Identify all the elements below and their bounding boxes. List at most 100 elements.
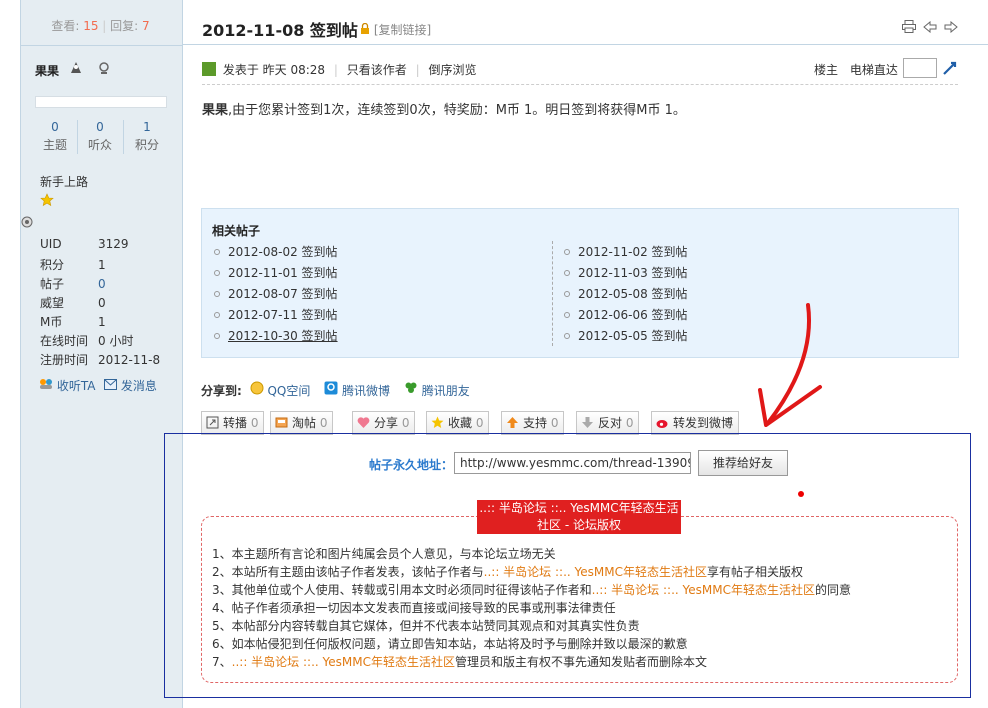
related-item[interactable]: 2012-11-03 签到帖 <box>564 263 864 284</box>
related-title: 相关帖子 <box>212 224 261 238</box>
jump-floor-input[interactable] <box>903 58 937 78</box>
forum-name-link[interactable]: ..:: 半岛论坛 ::.. YesMMC年轻态生活社区 <box>232 655 455 669</box>
rule-item: 5、本帖部分内容转载自其它媒体，但并不代表本站赞同其观点和对其真实性负责 <box>212 619 640 633</box>
rule-item: 4、帖子作者须承担一切因本文发表而直接或间接导致的民事或刑事法律责任 <box>212 601 616 615</box>
share-tencent-friends[interactable]: 腾讯朋友 <box>404 382 470 398</box>
replies-label: 回复: <box>110 19 139 33</box>
profile-value: 0 <box>98 296 106 310</box>
webcam-icon[interactable] <box>97 61 111 78</box>
annotation-dot <box>798 491 804 497</box>
count-label: 听众 <box>87 138 112 152</box>
forum-name-link[interactable]: ..:: 半岛论坛 ::.. YesMMC年轻态生活社区 <box>484 565 707 579</box>
related-threads: 相关帖子 2012-08-02 签到帖 2012-11-01 签到帖 2012-… <box>201 208 959 358</box>
related-item[interactable]: 2012-11-02 签到帖 <box>564 242 864 263</box>
print-icon[interactable] <box>902 20 916 37</box>
copyright-header-line2: 社区 - 论坛版权 <box>537 518 621 532</box>
profile-key: 积分 <box>40 258 65 272</box>
oppose-button[interactable]: 反对 0 <box>576 411 640 435</box>
next-thread-icon[interactable] <box>944 20 959 37</box>
count-divider <box>123 120 124 154</box>
envelope-icon <box>104 379 117 393</box>
rule-item: 1、本主题所有言论和图片纯属会员个人意见，与本论坛立场无关 <box>212 547 556 561</box>
only-author-link[interactable]: 只看该作者 <box>347 63 407 77</box>
author-name[interactable]: 果果 <box>35 64 59 78</box>
related-left-column: 2012-08-02 签到帖 2012-11-01 签到帖 2012-08-07… <box>214 242 514 347</box>
recommend-friend-button[interactable]: 推荐给好友 <box>698 450 788 476</box>
star-icon <box>431 414 444 428</box>
thread-title: 2012-11-08 签到帖 <box>202 21 358 40</box>
favorite-button[interactable]: 收藏 0 <box>426 411 490 435</box>
tray-icon <box>275 414 288 428</box>
annotation-arrow-icon <box>758 303 822 427</box>
collect-thread-button[interactable]: 淘帖 0 <box>270 411 334 435</box>
sidebar-divider <box>20 45 182 46</box>
views-label: 查看: <box>51 19 80 33</box>
reverse-order-link[interactable]: 倒序浏览 <box>428 63 476 77</box>
profile-key: 在线时间 <box>40 334 89 348</box>
count-listeners[interactable]: 0 听众 <box>80 120 120 153</box>
lock-icon <box>360 22 370 37</box>
follow-label: 收听TA <box>56 379 96 393</box>
rule-item: 3、其他单位或个人使用、转载或引用本文时必须同时征得该帖子作者和..:: 半岛论… <box>212 583 851 597</box>
thread-tools <box>902 20 959 37</box>
rule-item: 6、如本帖侵犯到任何版权问题，请立即告知本站，本站将及时予与删除并致以最深的歉意 <box>212 637 688 651</box>
jump-go-icon[interactable] <box>942 60 958 79</box>
post-meta: 发表于 昨天 08:28 | 只看该作者 | 倒序浏览 <box>202 61 476 78</box>
copyright-header-line1: ..:: 半岛论坛 ::.. YesMMC年轻态生活 <box>479 501 679 515</box>
reward-text: ,由于您累计签到1次，连续签到0次，特奖励：M币 1。明日签到将获得M币 1。 <box>228 103 686 118</box>
profile-uid: UID 3129 <box>40 237 129 251</box>
count-points[interactable]: 1 积分 <box>127 120 167 153</box>
share-qzone[interactable]: QQ空间 <box>250 381 310 398</box>
copy-link[interactable]: [复制链接] <box>360 21 431 38</box>
count-topics[interactable]: 0 主题 <box>35 120 75 153</box>
related-item[interactable]: 2012-11-01 签到帖 <box>214 263 514 284</box>
permalink-input[interactable]: http://www.yesmmc.com/thread-1390995-1-1… <box>454 452 691 474</box>
profile-key: 威望 <box>40 296 65 310</box>
prev-thread-icon[interactable] <box>923 20 937 37</box>
header-divider <box>182 44 988 45</box>
share-tencent-weibo[interactable]: 腾讯微博 <box>324 381 390 398</box>
forward-weibo-button[interactable]: 转发到微博 <box>651 411 740 435</box>
follow-link[interactable]: 收听TA <box>39 377 95 394</box>
profile-key: UID <box>40 237 62 251</box>
send-message-link[interactable]: 发消息 <box>104 377 157 394</box>
related-item[interactable]: 2012-08-07 签到帖 <box>214 284 514 305</box>
support-button[interactable]: 支持 0 <box>501 411 565 435</box>
profile-posts: 帖子 0 <box>40 275 106 292</box>
reward-username: 果果 <box>202 103 229 118</box>
copyright-rules: 1、本主题所有言论和图片纯属会员个人意见，与本论坛立场无关 2、本站所有主题由该… <box>212 545 851 671</box>
clover-icon <box>404 382 418 398</box>
author-name-row: 果果 <box>35 61 111 79</box>
jump-label: 电梯直达 <box>849 63 898 77</box>
profile-key: 帖子 <box>40 277 65 291</box>
thread-stats: 查看: 15 | 回复: 7 <box>51 19 150 33</box>
views-count: 15 <box>83 19 99 33</box>
profile-key: 注册时间 <box>40 353 89 367</box>
send-message-label: 发消息 <box>120 379 157 393</box>
related-item[interactable]: 2012-07-11 签到帖 <box>214 305 514 326</box>
related-item[interactable]: 2012-10-30 签到帖 <box>214 326 514 347</box>
rule-item: 2、本站所有主题由该帖子作者发表，该帖子作者与..:: 半岛论坛 ::.. Ye… <box>212 565 803 579</box>
repost-button[interactable]: 转播 0 <box>201 411 265 435</box>
related-item[interactable]: 2012-08-02 签到帖 <box>214 242 514 263</box>
arrow-up-icon <box>506 414 519 428</box>
qzone-icon <box>250 381 264 398</box>
profile-register-time: 注册时间 2012-11-8 <box>40 351 160 368</box>
profile-value: 1 <box>98 315 106 329</box>
medal-icon <box>20 215 34 232</box>
profile-value[interactable]: 0 <box>98 277 106 291</box>
meta-divider <box>202 84 958 85</box>
profile-value: 0 小时 <box>98 334 134 348</box>
profile-value: 1 <box>98 258 106 272</box>
share-label: 分享到: <box>201 384 242 398</box>
tencent-weibo-icon <box>324 381 338 398</box>
count-value: 1 <box>143 120 151 134</box>
floor-nav: 楼主 电梯直达 <box>814 61 898 78</box>
forum-name-link[interactable]: ..:: 半岛论坛 ::.. YesMMC年轻态生活社区 <box>592 583 815 597</box>
repost-icon <box>206 414 219 429</box>
count-label: 主题 <box>42 138 67 152</box>
copyright-header: ..:: 半岛论坛 ::.. YesMMC年轻态生活 社区 - 论坛版权 <box>477 500 681 534</box>
post-content: 果果,由于您累计签到1次，连续签到0次，特奖励：M币 1。明日签到将获得M币 1… <box>202 99 686 118</box>
share-button[interactable]: 分享 0 <box>352 411 416 435</box>
weibo-icon <box>656 414 669 428</box>
